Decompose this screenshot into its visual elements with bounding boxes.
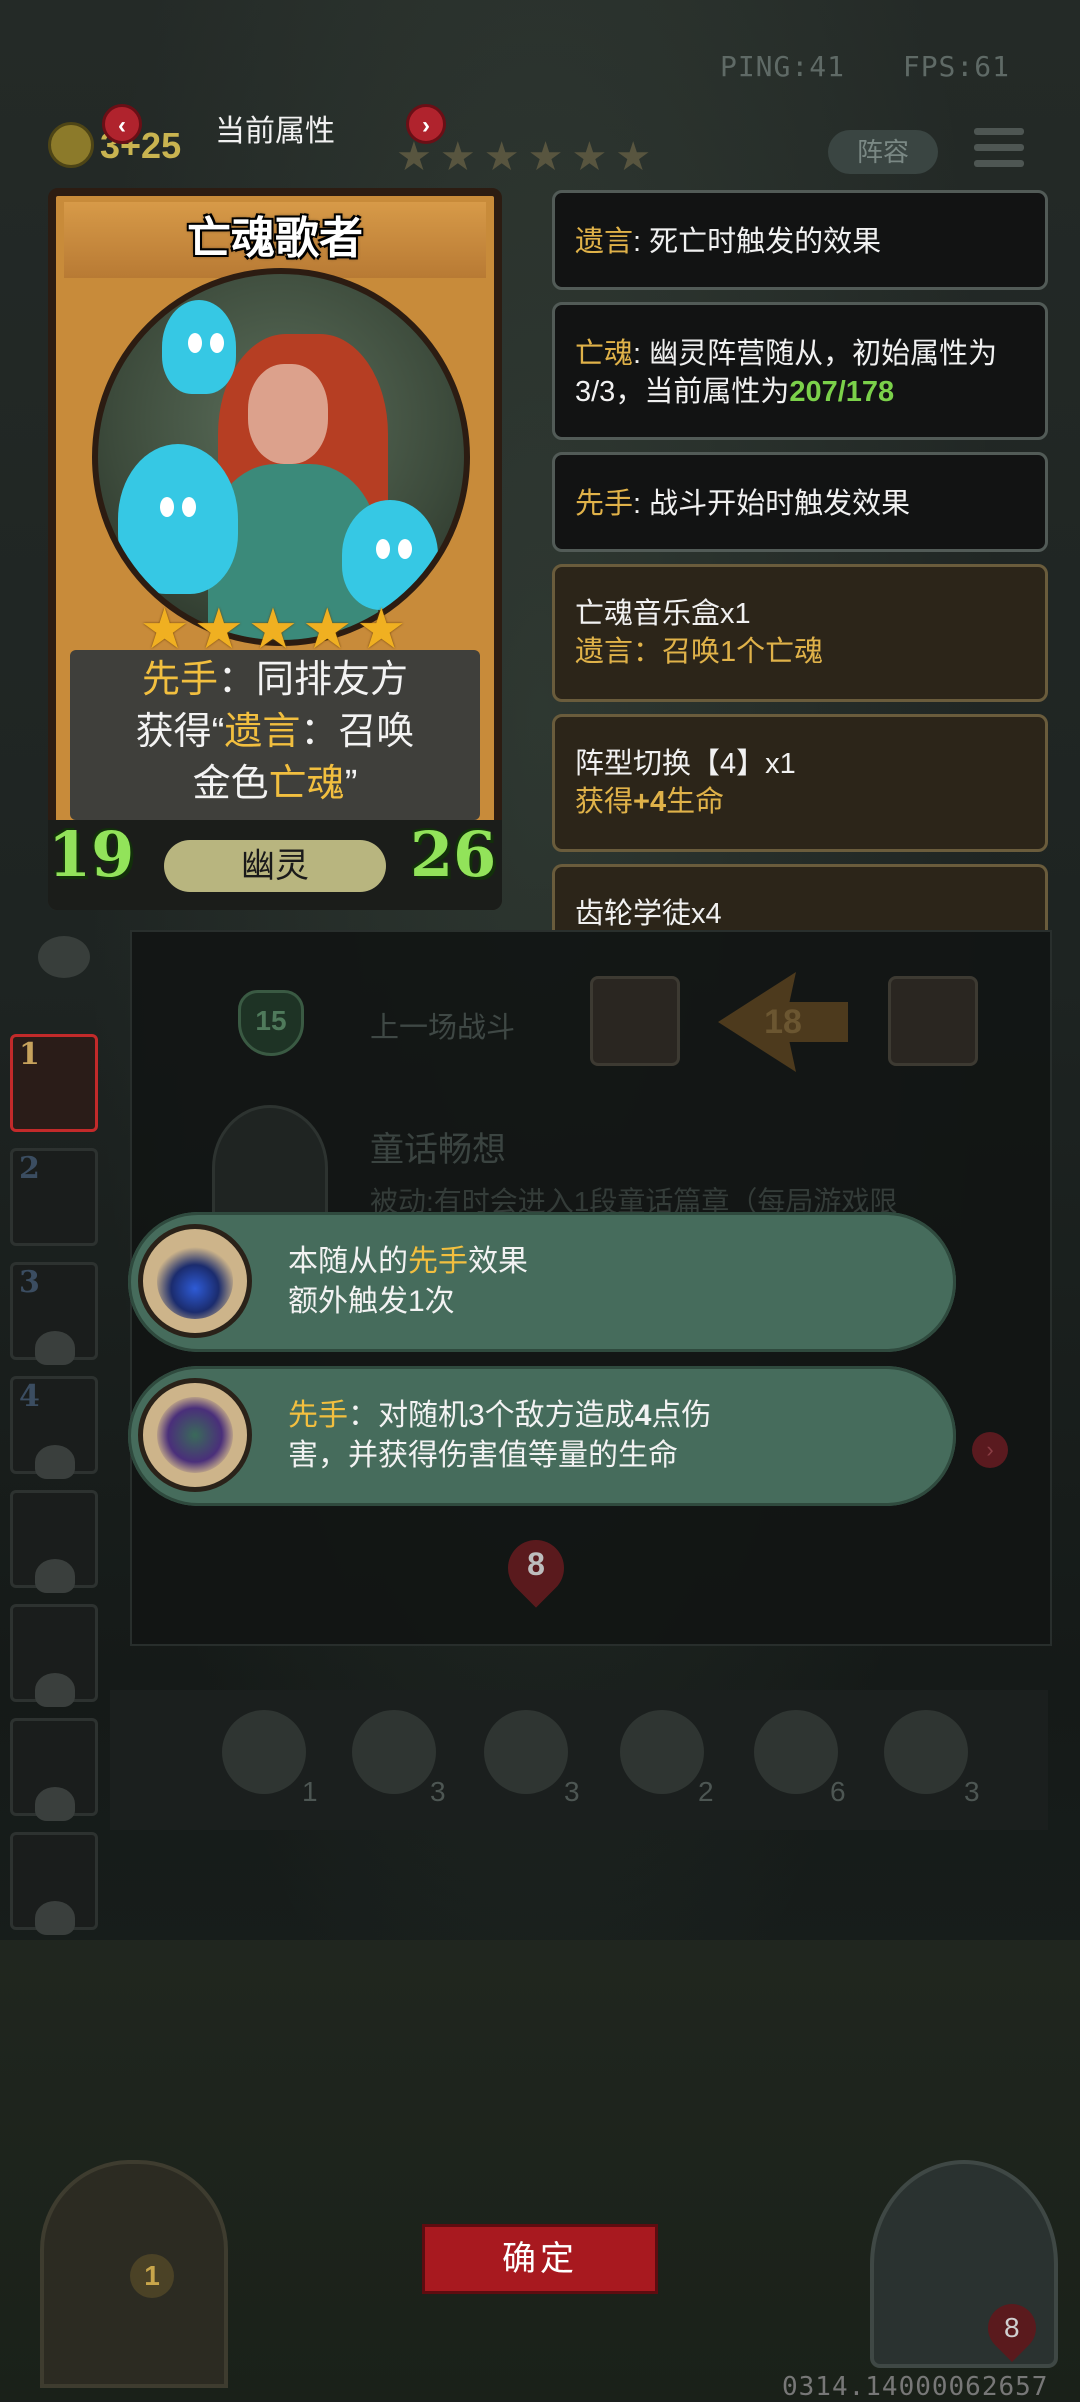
equip-music-box: 亡魂音乐盒x1 遗言：召唤1个亡魂 (552, 564, 1048, 702)
item-count: 1 (302, 1776, 318, 1807)
door-counter: 1 (130, 2254, 174, 2298)
bird-toy-icon[interactable] (754, 1710, 838, 1794)
build-id: 0314.14000062657 (782, 2372, 1049, 2402)
unit-slot[interactable] (10, 1604, 98, 1707)
skull-icon (35, 1331, 75, 1365)
keyword-ghost: 亡魂: 幽灵阵营随从，初始属性为 3/3，当前属性为207/178 (552, 302, 1048, 440)
item-count: 6 (830, 1776, 846, 1807)
clown-icon[interactable] (884, 1710, 968, 1794)
equip-formation-switch: 阵型切换【4】x1 获得+4生命 (552, 714, 1048, 852)
confirm-button[interactable]: 确定 (422, 2224, 658, 2294)
ghost-icon (342, 500, 438, 610)
skull-icon (35, 1445, 75, 1479)
chevron-right-icon[interactable]: › (972, 1432, 1008, 1468)
teacup-icon[interactable] (484, 1710, 568, 1794)
alarm-clock-icon[interactable] (352, 1710, 436, 1794)
skull-icon (35, 1673, 75, 1707)
opponent-portrait[interactable] (590, 976, 680, 1066)
crystal-orb-icon (138, 1224, 252, 1338)
keyword-first-strike: 先手: 战斗开始时触发效果 (552, 452, 1048, 552)
effect-bubble: 先手：对随机3个敌方造成4点伤 害，并获得伤害值等量的生命 (128, 1366, 956, 1506)
card-portrait (92, 268, 470, 646)
shield-icon: 15 (238, 990, 304, 1056)
mirror-shield-icon[interactable] (222, 1710, 306, 1794)
card-name: 亡魂歌者 (187, 214, 363, 263)
ping-readout: PING:41 (719, 50, 845, 83)
ghost-icon (162, 300, 236, 394)
player-portrait[interactable] (888, 976, 978, 1066)
unit-slot[interactable]: 4 (10, 1376, 98, 1479)
minion-card: 亡魂歌者 ★★★★★ 先手：同排友方 获得“遗言：召唤 金色亡魂” 幽灵 19 … (48, 188, 502, 910)
item-count: 3 (964, 1776, 980, 1807)
menu-icon[interactable] (974, 128, 1024, 174)
last-battle-label: 上一场战斗 (370, 1012, 516, 1044)
unit-slot[interactable] (10, 1832, 98, 1935)
equip-gear-apprentice: 齿轮学徒x4 (552, 864, 1048, 930)
prev-button[interactable]: ‹ (102, 104, 142, 144)
lineup-button[interactable]: 阵容 (828, 130, 938, 174)
tribe-label: 幽灵 (164, 840, 386, 892)
unit-slot[interactable] (10, 1718, 98, 1821)
spectral-spear-icon (138, 1378, 252, 1492)
health-value: 26 (410, 818, 497, 891)
gold-coin-icon (48, 122, 94, 168)
chat-icon[interactable] (38, 936, 90, 978)
item-count: 2 (698, 1776, 714, 1807)
card-description: 先手：同排友方 获得“遗言：召唤 金色亡魂” (70, 650, 480, 820)
unit-slot[interactable] (10, 1490, 98, 1593)
page-title: 当前属性 (215, 115, 335, 148)
attack-value: 19 (48, 818, 135, 891)
unit-slot[interactable]: 1 (10, 1034, 98, 1132)
skull-icon (35, 1901, 75, 1935)
item-count: 3 (430, 1776, 446, 1807)
next-button[interactable]: › (406, 104, 446, 144)
skull-icon (35, 1787, 75, 1821)
cupcake-icon[interactable] (620, 1710, 704, 1794)
item-count: 3 (564, 1776, 580, 1807)
skull-icon (35, 1559, 75, 1593)
unit-slot[interactable]: 2 (10, 1148, 98, 1246)
fps-readout: FPS:61 (902, 50, 1010, 83)
skill-title: 童话畅想 (370, 1131, 506, 1169)
effect-bubble: 本随从的先手效果 额外触发1次 (128, 1212, 956, 1352)
heart-badge-value: 8 (527, 1546, 545, 1582)
ghost-icon (118, 444, 238, 594)
network-stats: PING:41 FPS:61 (680, 50, 1010, 83)
keyword-deathrattle: 遗言: 死亡时触发的效果 (552, 190, 1048, 290)
unit-slot[interactable]: 3 (10, 1262, 98, 1365)
